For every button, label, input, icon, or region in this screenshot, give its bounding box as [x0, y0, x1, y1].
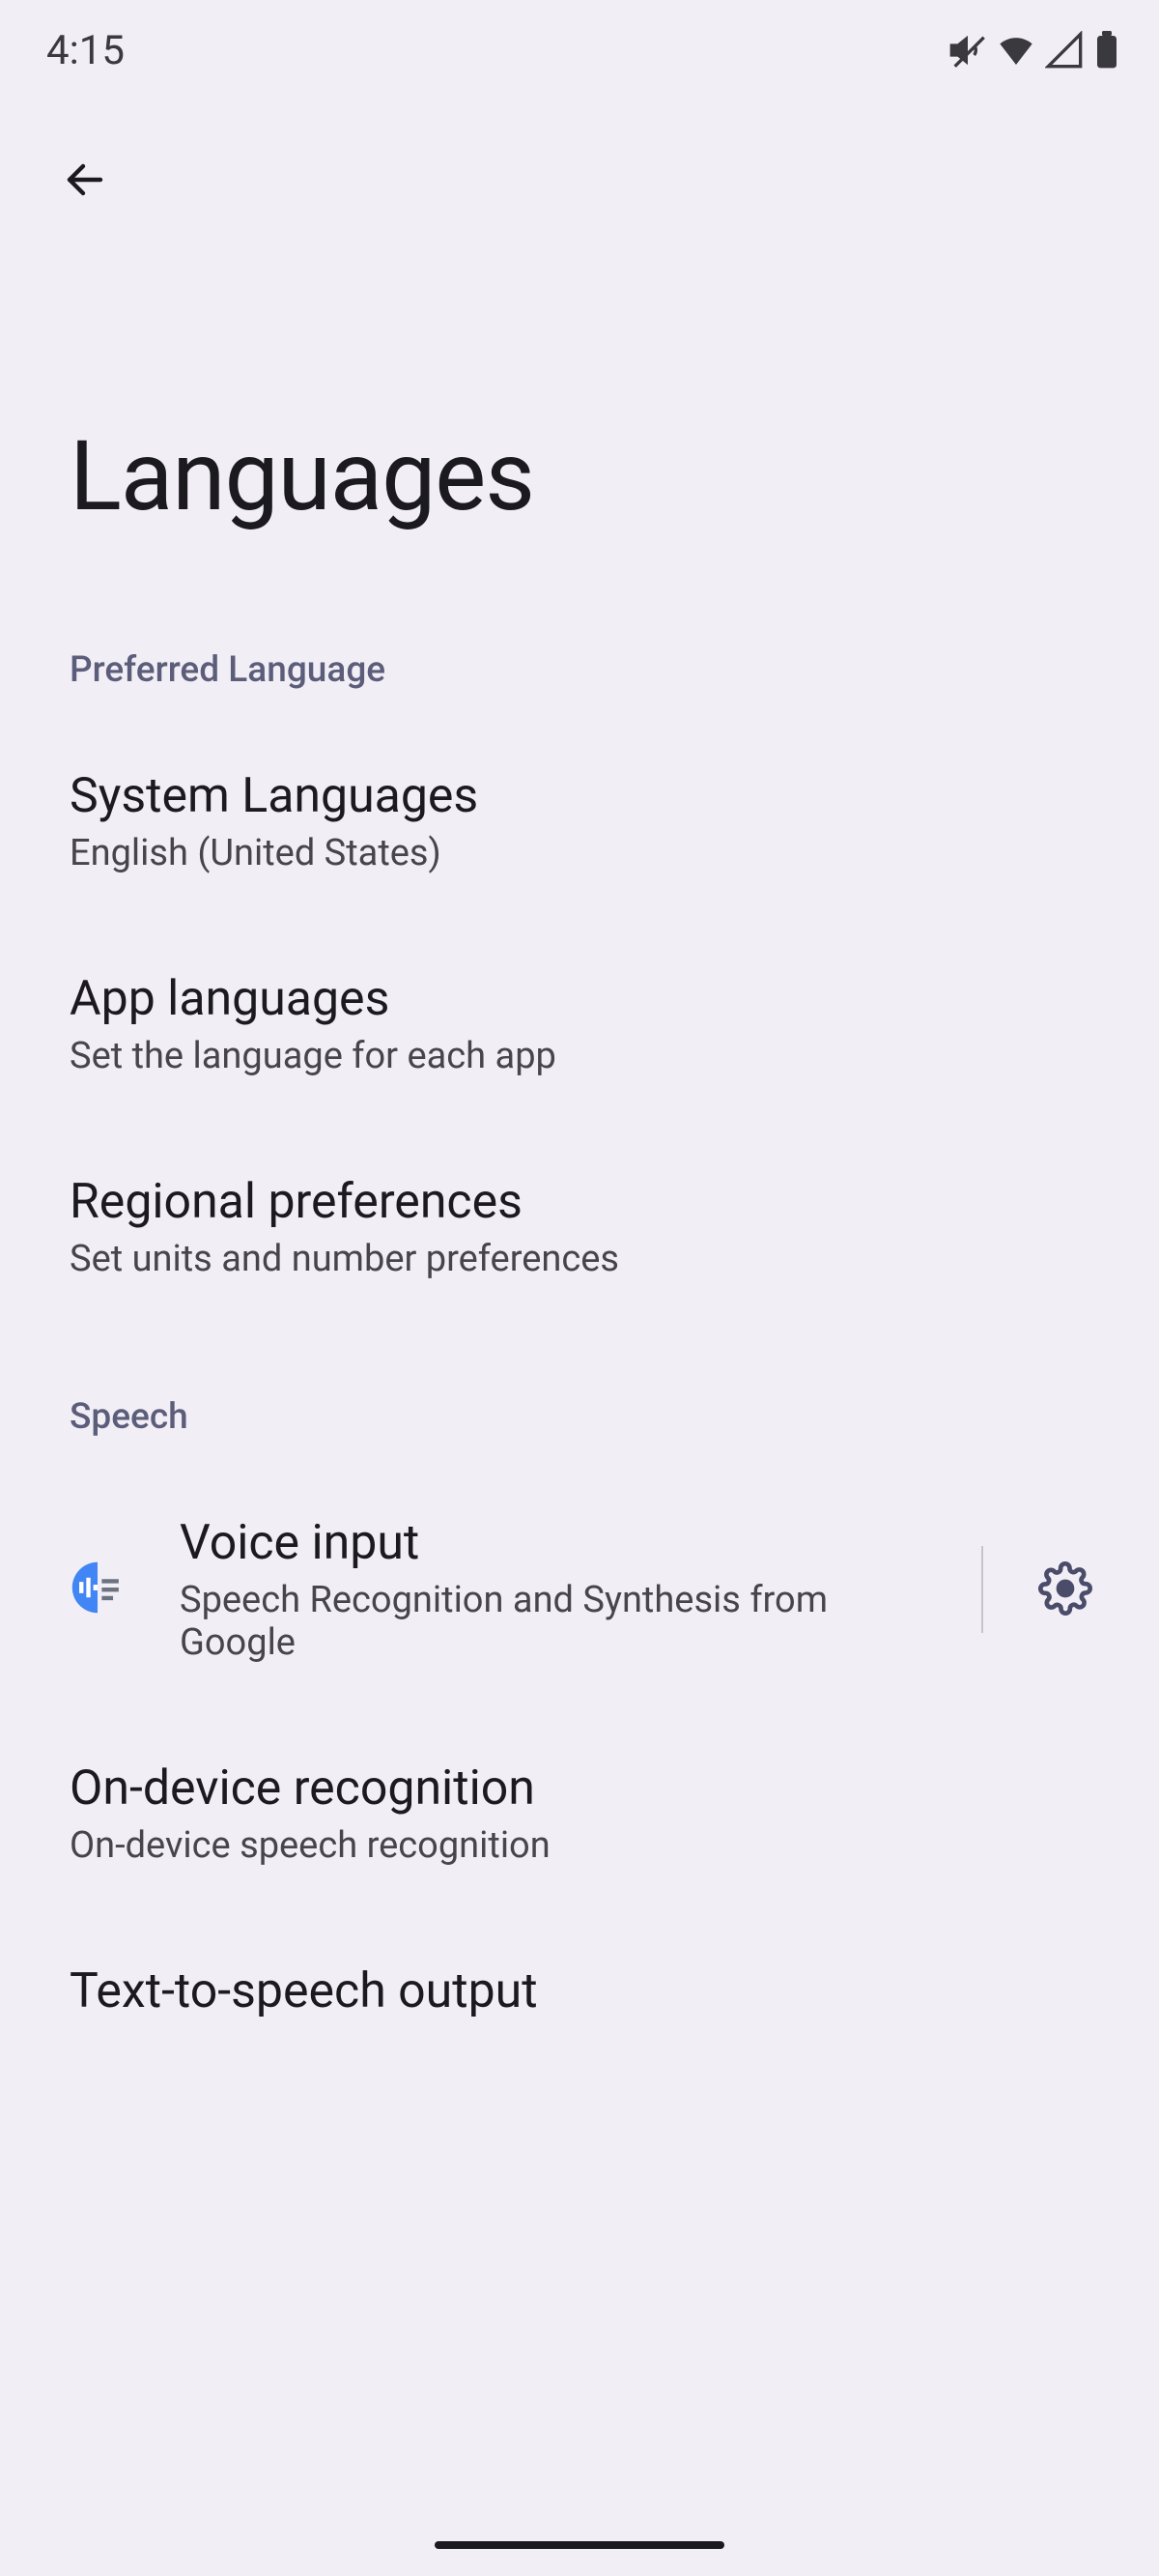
- gesture-bar: [435, 2541, 724, 2549]
- voice-input-icon: [64, 1554, 131, 1625]
- signal-icon: [1045, 31, 1084, 70]
- item-title: Voice input: [180, 1515, 943, 1571]
- item-regional-preferences[interactable]: Regional preferences Set units and numbe…: [0, 1126, 1159, 1329]
- section-header-preferred: Preferred Language: [0, 611, 1159, 720]
- item-subtitle: English (United States): [70, 832, 1089, 874]
- item-title: On-device recognition: [70, 1760, 1089, 1817]
- page-title: Languages: [0, 217, 1159, 611]
- status-bar: 4:15: [0, 0, 1159, 97]
- item-subtitle: Speech Recognition and Synthesis from Go…: [180, 1579, 943, 1664]
- item-title: Text-to-speech output: [70, 1963, 1089, 2019]
- item-subtitle: On-device speech recognition: [70, 1824, 1089, 1867]
- voice-divider: [981, 1546, 983, 1633]
- item-subtitle: Set the language for each app: [70, 1035, 1089, 1077]
- status-time: 4:15: [46, 27, 125, 74]
- item-title: Regional preferences: [70, 1174, 1089, 1230]
- mute-icon: [948, 31, 987, 70]
- item-tts-output[interactable]: Text-to-speech output: [0, 1915, 1159, 2075]
- item-app-languages[interactable]: App languages Set the language for each …: [0, 923, 1159, 1126]
- item-subtitle: Set units and number preferences: [70, 1238, 1089, 1280]
- gear-icon: [1038, 1561, 1092, 1618]
- wifi-icon: [997, 31, 1035, 70]
- section-header-speech: Speech: [0, 1329, 1159, 1467]
- item-voice-input[interactable]: Voice input Speech Recognition and Synth…: [0, 1467, 1159, 1712]
- item-on-device-recognition[interactable]: On-device recognition On-device speech r…: [0, 1712, 1159, 1915]
- back-button[interactable]: [50, 145, 120, 217]
- item-title: System Languages: [70, 768, 1089, 824]
- voice-input-settings-button[interactable]: [1022, 1561, 1109, 1618]
- status-icons: [948, 31, 1120, 70]
- arrow-left-icon: [62, 191, 108, 206]
- battery-icon: [1093, 31, 1120, 70]
- item-title: App languages: [70, 971, 1089, 1027]
- item-system-languages[interactable]: System Languages English (United States): [0, 720, 1159, 923]
